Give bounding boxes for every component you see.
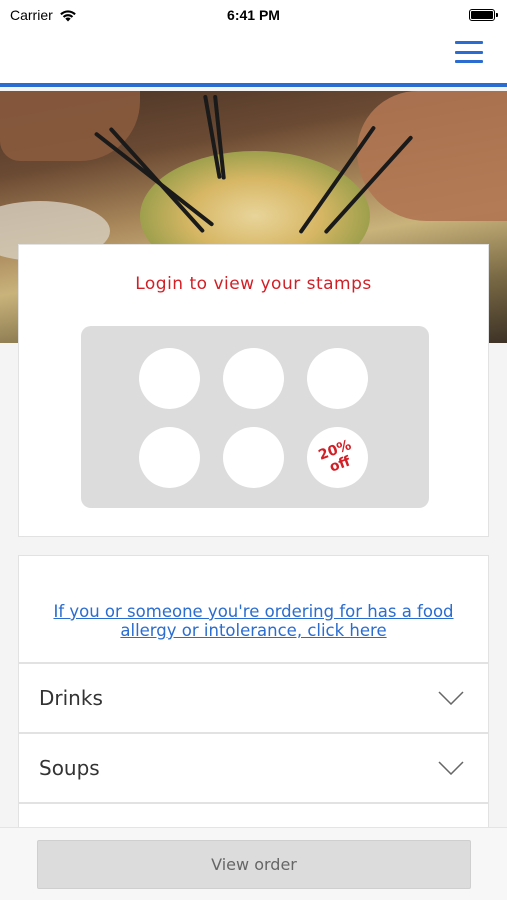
status-left: Carrier [10, 7, 77, 23]
view-order-button[interactable]: View order [37, 840, 471, 889]
category-label: Soups [39, 756, 100, 780]
battery-icon [469, 9, 498, 21]
category-soups[interactable]: Soups [18, 733, 489, 803]
stamp-card-title: Login to view your stamps [135, 274, 372, 294]
stamp-grid: 20% off [81, 326, 429, 508]
allergy-info-link[interactable]: If you or someone you're ordering for ha… [39, 602, 468, 640]
stamp-card: Login to view your stamps 20% off [18, 244, 489, 537]
category-drinks[interactable]: Drinks [18, 663, 489, 733]
app-header [0, 30, 507, 87]
stamp-slot [139, 348, 200, 409]
category-label: Drinks [39, 686, 103, 710]
stamp-slot [307, 348, 368, 409]
status-bar: Carrier 6:41 PM [0, 0, 507, 30]
stamp-slot [139, 427, 200, 488]
stamp-slot [223, 348, 284, 409]
stamp-slot [223, 427, 284, 488]
footer: View order [0, 827, 507, 900]
carrier-label: Carrier [10, 7, 53, 23]
hero-hand-right [357, 91, 507, 221]
allergy-card: If you or someone you're ordering for ha… [18, 555, 489, 663]
wifi-icon [59, 9, 76, 21]
chevron-down-icon [438, 761, 464, 775]
stamp-reward-slot: 20% off [307, 427, 368, 488]
chevron-down-icon [438, 691, 464, 705]
hamburger-menu-icon[interactable] [455, 40, 483, 64]
